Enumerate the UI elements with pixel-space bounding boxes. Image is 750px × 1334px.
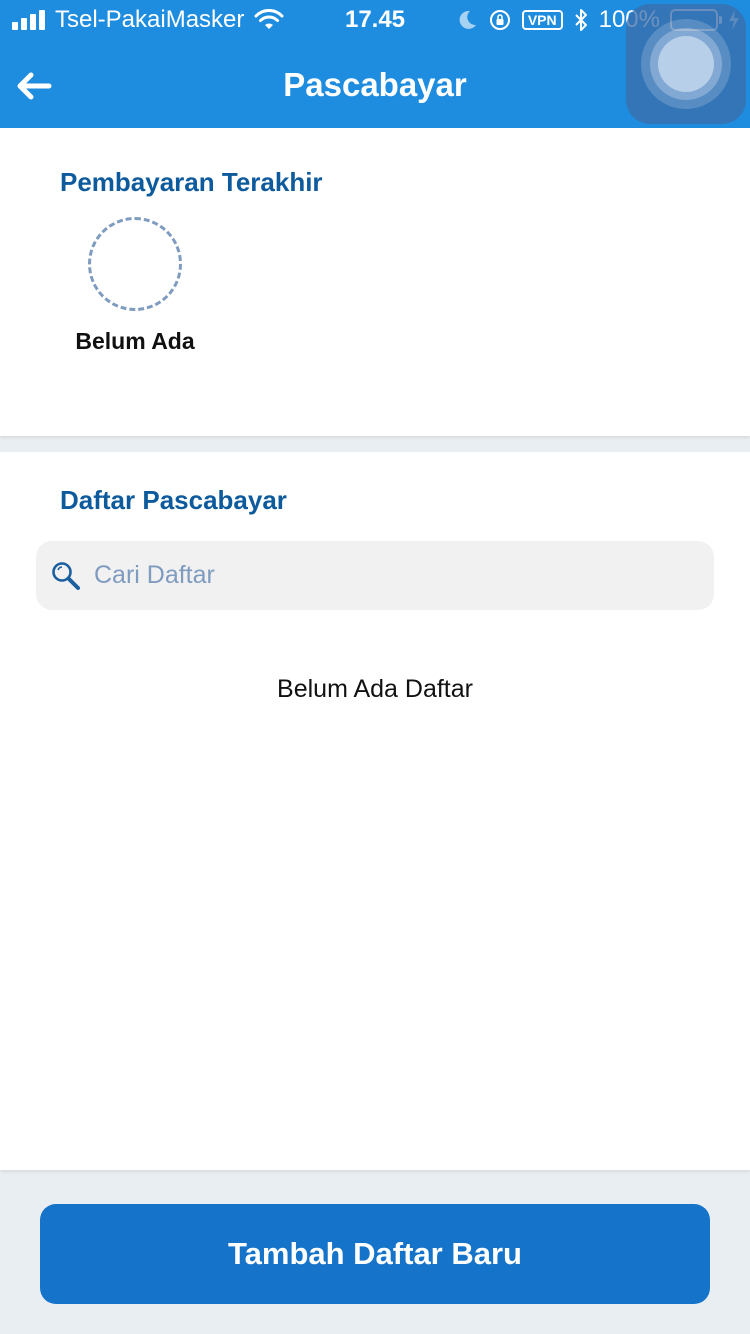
postpaid-list-section: Daftar Pascabayar Belum Ada Daftar [0, 452, 750, 1170]
postpaid-list-title: Daftar Pascabayar [60, 485, 287, 515]
bluetooth-icon [574, 9, 587, 31]
add-new-list-button[interactable]: Tambah Daftar Baru [40, 1204, 710, 1304]
assistive-touch-button[interactable] [626, 4, 746, 124]
recent-payments-title: Pembayaran Terakhir [60, 167, 323, 197]
search-input[interactable] [82, 541, 714, 610]
assistive-touch-icon [658, 36, 714, 92]
moon-icon [459, 10, 476, 29]
search-icon [52, 561, 80, 590]
search-bar[interactable] [36, 541, 714, 610]
vpn-icon: VPN [521, 10, 563, 30]
recent-empty-label: Belum Ada [75, 328, 195, 354]
recent-payments-section: Pembayaran Terakhir Belum Ada [0, 128, 750, 436]
list-empty-message: Belum Ada Daftar [277, 675, 473, 703]
rotation-lock-icon [489, 10, 510, 30]
app-screen: Tsel-PakaiMasker 17.45 VPN Pascabayar Pe… [0, 0, 750, 1334]
empty-placeholder-icon [88, 217, 182, 311]
